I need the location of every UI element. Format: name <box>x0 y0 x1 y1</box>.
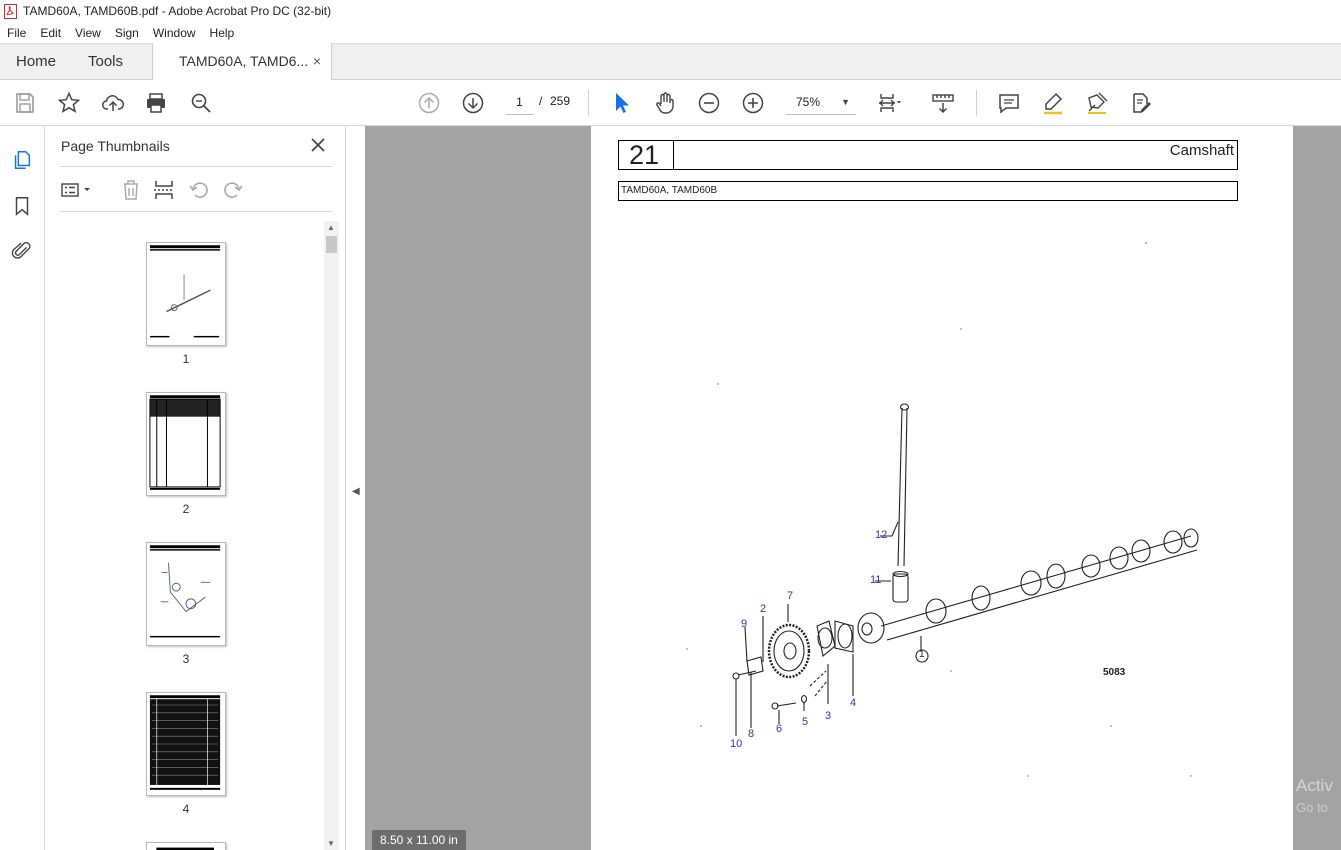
rotate-left-icon[interactable] <box>187 178 211 202</box>
panel-divider <box>59 166 333 167</box>
chevron-down-icon: ▼ <box>841 97 850 107</box>
toolbar-divider <box>588 90 589 116</box>
highlight-pen-icon[interactable] <box>1040 90 1066 116</box>
hand-tool-icon[interactable] <box>652 90 678 116</box>
page-thumbnails-icon[interactable] <box>10 148 34 172</box>
page-thumbnail[interactable] <box>146 542 226 646</box>
zoom-out-icon[interactable] <box>696 90 722 116</box>
tab-close-button[interactable]: × <box>313 43 321 79</box>
search-zoom-icon[interactable] <box>188 90 214 116</box>
panel-divider <box>59 211 333 212</box>
callout-label: 8 <box>748 728 755 740</box>
attachment-icon[interactable] <box>10 239 34 263</box>
callout-label: 6 <box>776 723 783 735</box>
star-icon[interactable] <box>56 90 82 116</box>
comment-icon[interactable] <box>996 90 1022 116</box>
callout-label: 2 <box>760 603 767 615</box>
print-icon[interactable] <box>143 90 169 116</box>
zoom-in-icon[interactable] <box>740 90 766 116</box>
collapse-panel-icon[interactable]: ◀ <box>352 486 360 497</box>
page-thumbnail[interactable] <box>146 392 226 496</box>
delete-page-icon[interactable] <box>119 178 143 202</box>
page-count: 259 <box>550 94 571 108</box>
toolbar-divider <box>976 90 977 116</box>
activation-watermark: Activ <box>1296 776 1333 795</box>
page-separator: / <box>539 94 543 108</box>
select-cursor-icon[interactable] <box>609 90 635 116</box>
toolbar <box>0 80 1341 126</box>
fit-page-icon[interactable] <box>876 90 902 116</box>
save-icon[interactable] <box>12 90 38 116</box>
page-thumbnail[interactable] <box>146 842 226 850</box>
scrollbar-thumb[interactable] <box>326 236 337 253</box>
upload-cloud-icon[interactable] <box>100 90 126 116</box>
thumbnail-label: 4 <box>182 802 190 816</box>
left-rail <box>0 126 45 850</box>
page-thumbnail[interactable] <box>146 692 226 796</box>
page-size-indicator[interactable]: 8.50 x 11.00 in <box>372 830 466 850</box>
pdf-page: 21 Camshaft TAMD60A, TAMD60B 12 11 7 2 9… <box>591 126 1293 850</box>
page-thumbnail[interactable] <box>146 242 226 346</box>
panel-title: Page Thumbnails <box>61 138 170 154</box>
callout-label: 4 <box>850 697 857 709</box>
pdf-app-icon <box>4 3 17 19</box>
panel-splitter[interactable]: ◀ <box>345 126 365 850</box>
camshaft-diagram <box>686 242 1199 777</box>
menu-bar: File Edit View Sign Window Help <box>0 22 1341 43</box>
previous-page-icon[interactable] <box>416 90 442 116</box>
callout-label: 1 <box>919 649 925 660</box>
tab-tools[interactable]: Tools <box>88 44 123 81</box>
menu-edit[interactable]: Edit <box>33 26 68 40</box>
callout-label: 9 <box>741 618 748 630</box>
thumbnail-options-icon[interactable] <box>59 178 95 202</box>
menu-file[interactable]: File <box>0 26 33 40</box>
bookmark-icon[interactable] <box>10 194 34 218</box>
title-bar: TAMD60A, TAMD60B.pdf - Adobe Acrobat Pro… <box>0 0 1341 22</box>
callout-label: 7 <box>787 590 794 602</box>
thumbnail-label: 2 <box>182 502 190 516</box>
scroll-mode-icon[interactable] <box>930 90 956 116</box>
menu-help[interactable]: Help <box>203 26 242 40</box>
scroll-down-icon[interactable]: ▼ <box>327 839 335 848</box>
activation-watermark-sub: Go to <box>1296 800 1328 815</box>
document-viewer[interactable]: 21 Camshaft TAMD60A, TAMD60B 12 11 7 2 9… <box>365 126 1341 850</box>
menu-window[interactable]: Window <box>146 26 203 40</box>
callout-label: 3 <box>825 710 832 722</box>
thumbnails-panel: Page Thumbnails 1 2 3 4 ▲ ▼ <box>45 126 345 850</box>
fill-sign-icon[interactable] <box>1128 90 1154 116</box>
callout-label: 10 <box>730 738 743 750</box>
page-number-input[interactable]: 1 <box>506 91 533 115</box>
next-page-icon[interactable] <box>460 90 486 116</box>
draw-pen-icon[interactable] <box>1084 90 1110 116</box>
insert-page-icon[interactable] <box>152 178 176 202</box>
tab-document[interactable]: TAMD60A, TAMD6... × <box>152 43 332 81</box>
tab-document-label: TAMD60A, TAMD6... <box>179 53 309 69</box>
thumbnail-label: 3 <box>182 652 190 666</box>
callout-label: 12 <box>875 529 888 541</box>
tab-bar: Home Tools TAMD60A, TAMD6... × <box>0 43 1341 81</box>
callout-label: 5 <box>802 716 809 728</box>
callout-label: 11 <box>870 574 882 586</box>
zoom-select[interactable]: 75% ▼ <box>786 91 856 115</box>
menu-view[interactable]: View <box>68 26 108 40</box>
scroll-up-icon[interactable]: ▲ <box>327 223 335 232</box>
window-title: TAMD60A, TAMD60B.pdf - Adobe Acrobat Pro… <box>23 4 332 18</box>
tab-home[interactable]: Home <box>16 44 56 81</box>
menu-sign[interactable]: Sign <box>108 26 146 40</box>
rotate-right-icon[interactable] <box>221 178 245 202</box>
close-icon[interactable] <box>309 136 327 154</box>
figure-code: 5083 <box>1103 667 1126 678</box>
thumbnail-scrollbar[interactable]: ▲ ▼ <box>324 221 339 850</box>
thumbnail-label: 1 <box>182 352 190 366</box>
zoom-value: 75% <box>796 95 821 109</box>
